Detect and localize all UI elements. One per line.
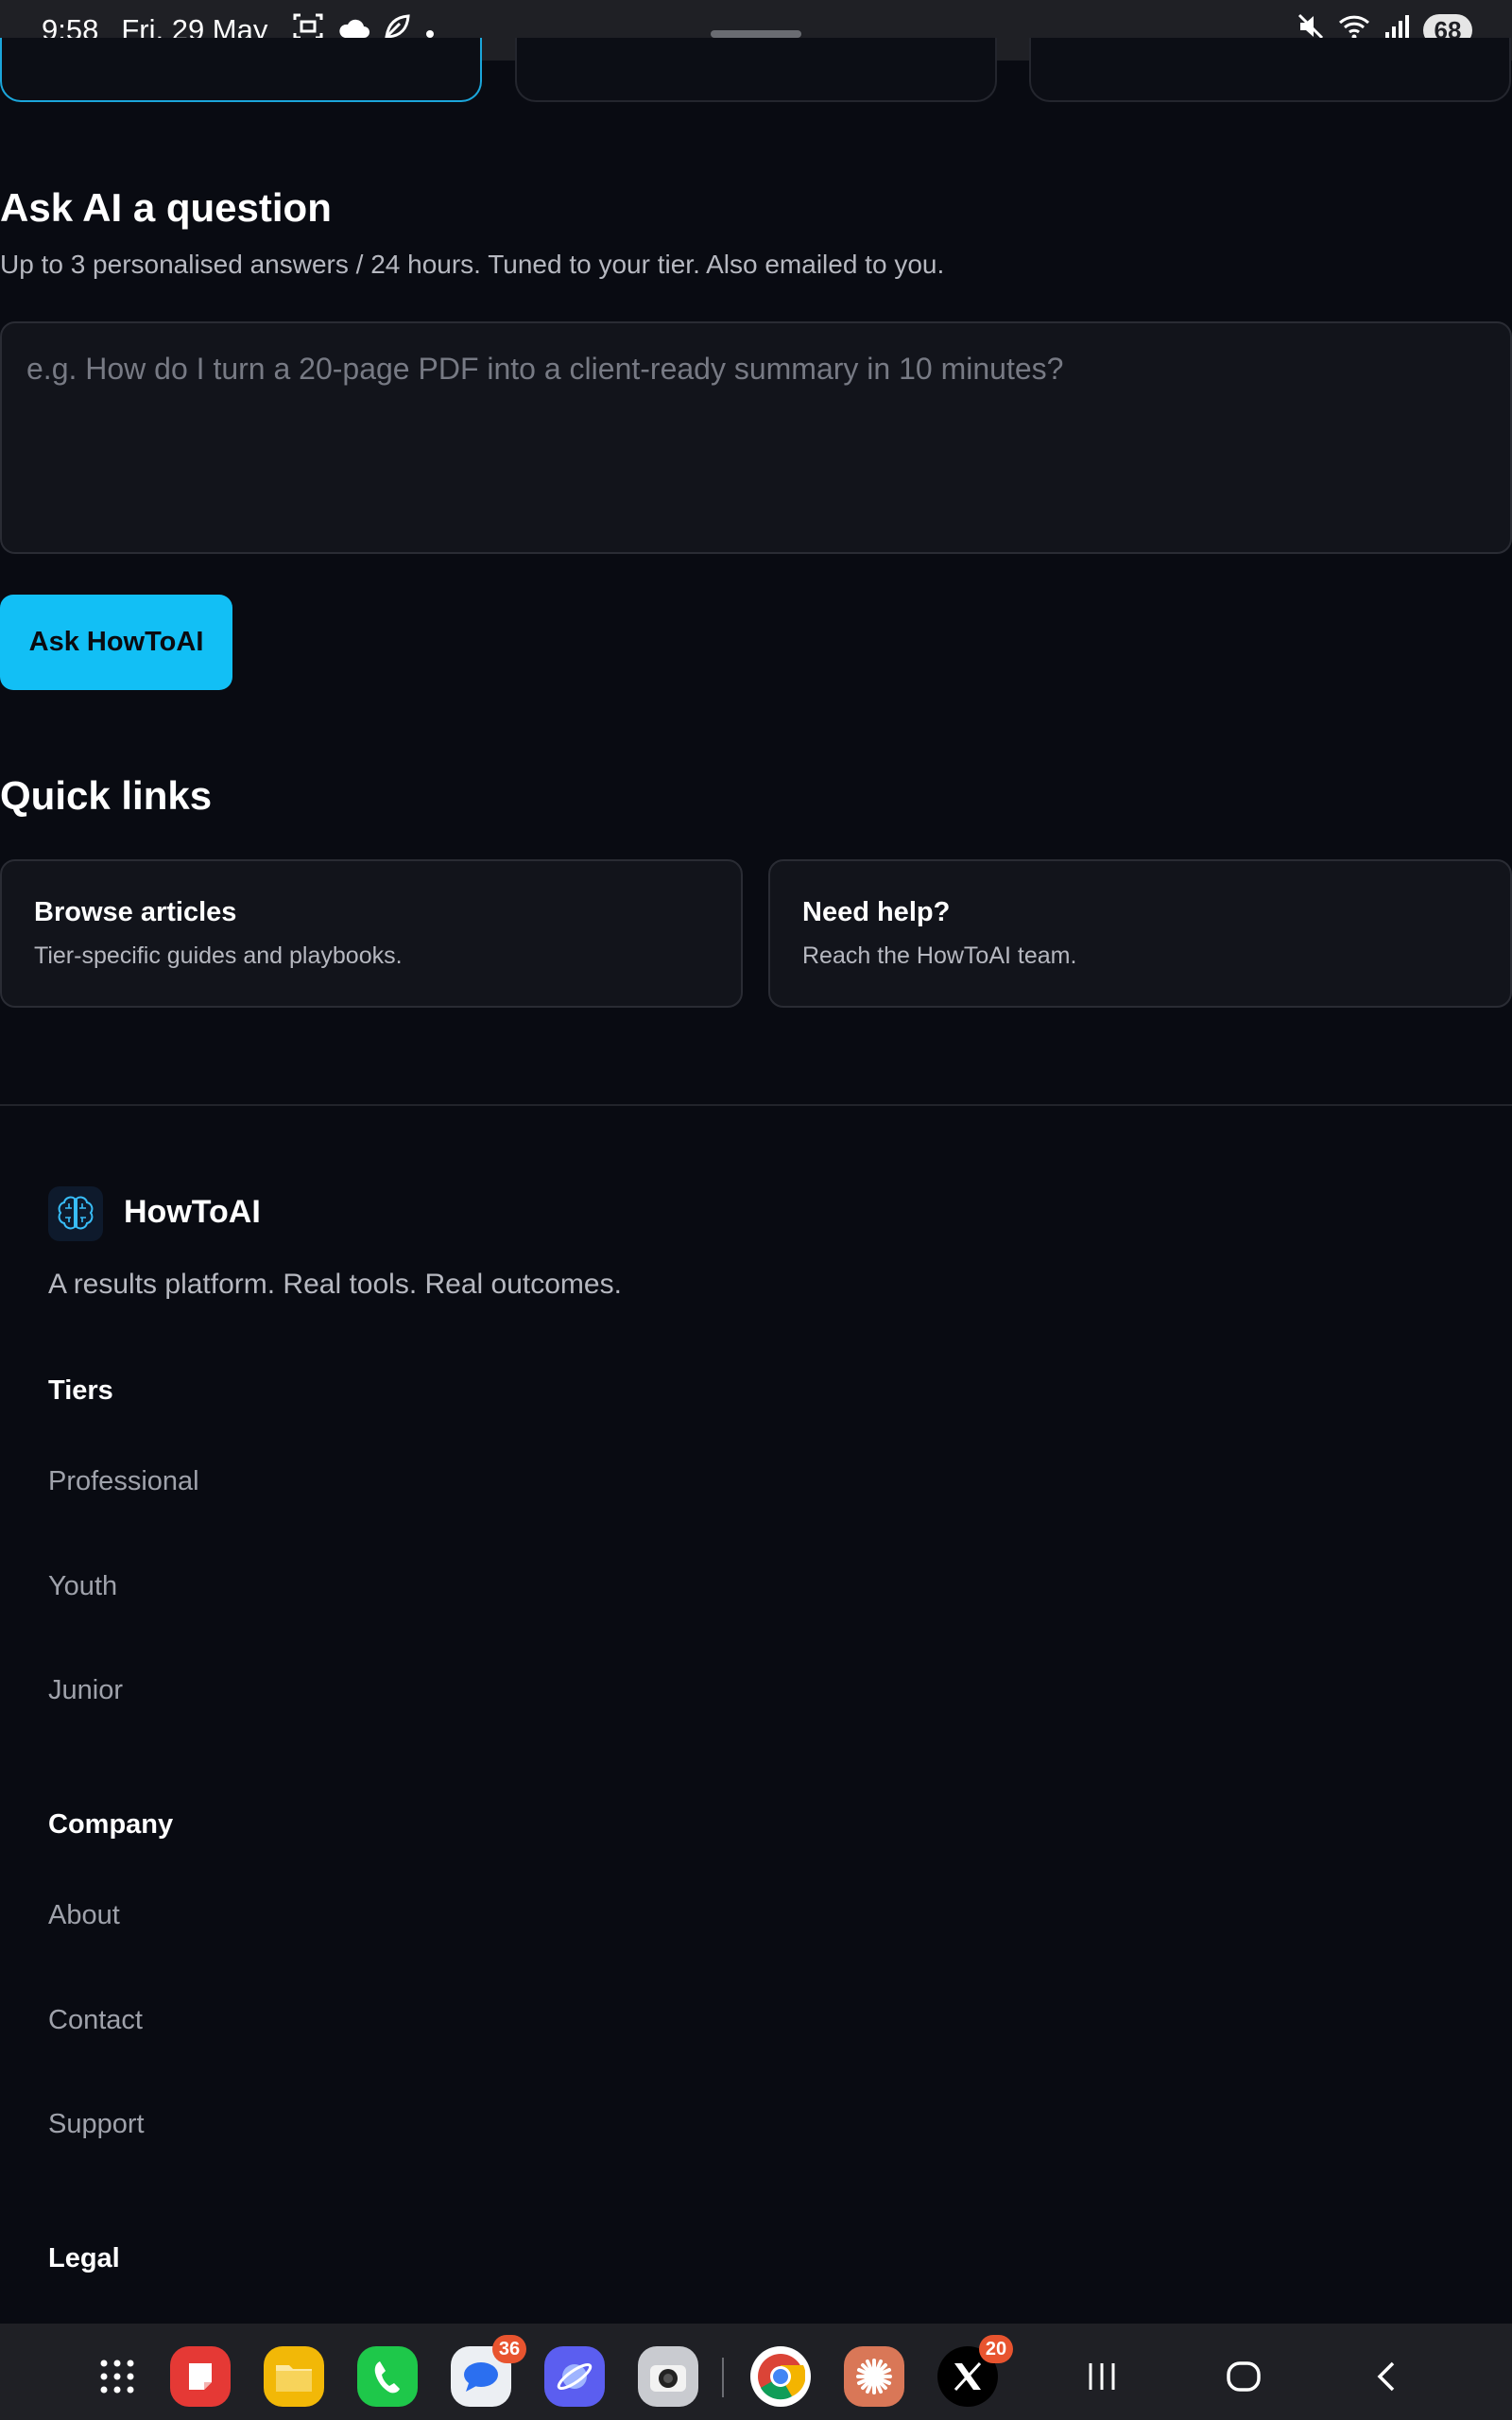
drag-handle[interactable] bbox=[711, 30, 801, 38]
quick-link-desc: Reach the HowToAI team. bbox=[802, 942, 1077, 969]
tier-card[interactable] bbox=[515, 38, 997, 102]
ask-button[interactable]: Ask HowToAI bbox=[0, 595, 232, 690]
back-icon[interactable] bbox=[1357, 2346, 1418, 2407]
footer-tagline: A results platform. Real tools. Real out… bbox=[48, 1269, 622, 1300]
phone-app-icon[interactable] bbox=[357, 2346, 418, 2407]
ask-section-title: Ask AI a question bbox=[0, 185, 332, 230]
page: 9:58 Fri, 29 May 68 Ask AI a question Up… bbox=[0, 0, 1512, 2420]
quick-link-title: Need help? bbox=[802, 897, 951, 927]
messages-app-icon[interactable]: 36 bbox=[451, 2335, 526, 2407]
messages-badge: 36 bbox=[492, 2335, 526, 2363]
x-badge: 20 bbox=[979, 2335, 1013, 2363]
browser-app-icon[interactable] bbox=[544, 2346, 605, 2407]
footer-brand-name[interactable]: HowToAI bbox=[124, 1194, 261, 1231]
recents-icon[interactable] bbox=[1072, 2346, 1132, 2407]
footer-link-professional[interactable]: Professional bbox=[48, 1466, 199, 1497]
footer-link-support[interactable]: Support bbox=[48, 2109, 145, 2140]
app-grid-icon[interactable] bbox=[87, 2346, 147, 2407]
ask-section-subtitle: Up to 3 personalised answers / 24 hours.… bbox=[0, 250, 945, 279]
footer-heading-legal: Legal bbox=[48, 2243, 120, 2273]
files-app-icon[interactable] bbox=[264, 2346, 324, 2407]
dock-separator bbox=[722, 2358, 724, 2397]
notes-app-icon[interactable] bbox=[170, 2346, 231, 2407]
footer-link-junior[interactable]: Junior bbox=[48, 1675, 123, 1706]
quick-link-desc: Tier-specific guides and playbooks. bbox=[34, 942, 403, 969]
footer-link-about[interactable]: About bbox=[48, 1900, 120, 1931]
tier-card[interactable] bbox=[1029, 38, 1511, 102]
footer-link-contact[interactable]: Contact bbox=[48, 2005, 143, 2036]
brain-logo-icon[interactable] bbox=[48, 1186, 103, 1241]
camera-app-icon[interactable] bbox=[638, 2346, 698, 2407]
x-app-icon[interactable]: 20 bbox=[937, 2335, 1013, 2407]
quick-link-browse-articles[interactable]: Browse articles Tier-specific guides and… bbox=[0, 859, 743, 1008]
footer-heading-tiers: Tiers bbox=[48, 1375, 113, 1406]
chrome-app-icon[interactable] bbox=[750, 2346, 811, 2407]
footer-divider bbox=[0, 1104, 1512, 1106]
claude-app-icon[interactable] bbox=[844, 2346, 904, 2407]
footer-heading-company: Company bbox=[48, 1809, 174, 1840]
tier-card-selected[interactable] bbox=[0, 38, 482, 102]
quick-link-title: Browse articles bbox=[34, 897, 237, 927]
footer-link-youth[interactable]: Youth bbox=[48, 1571, 117, 1602]
home-icon[interactable] bbox=[1213, 2346, 1274, 2407]
quick-links-title: Quick links bbox=[0, 773, 213, 818]
question-input[interactable] bbox=[0, 321, 1512, 554]
quick-link-need-help[interactable]: Need help? Reach the HowToAI team. bbox=[768, 859, 1512, 1008]
taskbar: 36 20 bbox=[0, 2324, 1512, 2420]
